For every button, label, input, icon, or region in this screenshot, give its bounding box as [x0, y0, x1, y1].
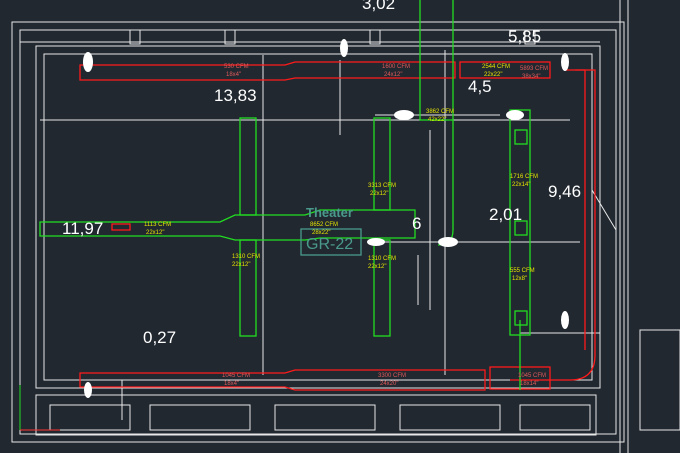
- duct-label: 2544 CFM: [482, 64, 510, 70]
- duct-label: 1716 CFM: [510, 174, 538, 180]
- duct-label: 18x4": [224, 381, 239, 387]
- duct-label: 24x12": [384, 72, 402, 78]
- duct-label: 38x34": [522, 74, 540, 80]
- ucs-axis-icon: [19, 385, 60, 431]
- return-duct-labels: 3862 CFM 42x22" 3313 CFM 22x12" 1113 CFM 22…: [144, 109, 538, 282]
- duct-label: 1600 CFM: [382, 64, 410, 70]
- dimension: 3,02: [362, 0, 395, 13]
- duct-label: 22x14": [512, 182, 530, 188]
- duct-label: 42x22": [428, 117, 446, 123]
- duct-label: 22x12": [232, 262, 250, 268]
- duct-label: 22x12": [368, 264, 386, 270]
- room-number: GR-22: [306, 236, 353, 253]
- room-name: Theater: [306, 205, 353, 220]
- duct-label: 1310 CFM: [368, 256, 396, 262]
- dimension-labels: 13,83 4,5 5,85 3,02 9,46 11,97 2,01 6 0,…: [62, 0, 581, 347]
- supply-duct-labels: 530 CFM 18x4" 1600 CFM 24x12" 2544 CFM 22x2…: [222, 64, 548, 387]
- dimension: 0,27: [143, 328, 176, 347]
- duct-label: 1045 CFM: [222, 373, 250, 379]
- dimension: 11,97: [62, 219, 103, 238]
- dimension: 5,85: [508, 27, 541, 46]
- duct-label: 22x12": [146, 230, 164, 236]
- duct-label: 28x22": [312, 230, 330, 236]
- duct-label: 530 CFM: [224, 64, 249, 70]
- duct-label: 22x22": [484, 72, 502, 78]
- duct-label: 3300 CFM: [378, 373, 406, 379]
- dimension: 4,5: [468, 77, 492, 96]
- cad-drawing-canvas[interactable]: Theater GR-22 13,83 4,5 5,85 3,02 9,46 1…: [0, 0, 680, 453]
- duct-label: 18x4": [226, 72, 241, 78]
- dimension: 9,46: [548, 182, 581, 201]
- stage-steps: [35, 394, 597, 436]
- duct-label: 555 CFM: [510, 268, 535, 274]
- duct-label: 3313 CFM: [368, 183, 396, 189]
- duct-label: 3862 CFM: [426, 109, 454, 115]
- duct-label: 1045 CFM: [518, 373, 546, 379]
- room-tag[interactable]: Theater GR-22: [300, 205, 362, 256]
- duct-label: 12x8": [512, 276, 527, 282]
- duct-label: 22x12": [370, 191, 388, 197]
- dimension: 13,83: [214, 86, 257, 105]
- floor-plan: Theater GR-22 13,83 4,5 5,85 3,02 9,46 1…: [11, 0, 680, 453]
- dimension: 6: [412, 214, 421, 233]
- duct-label: 24x20": [380, 381, 398, 387]
- duct-label: 8652 CFM: [310, 222, 338, 228]
- duct-label: 1113 CFM: [144, 222, 171, 228]
- duct-label: 18x14": [520, 381, 538, 387]
- dimension: 2,01: [489, 205, 522, 224]
- duct-label: 1310 CFM: [232, 254, 260, 260]
- duct-label: 5893 CFM: [520, 66, 548, 72]
- return-ducts[interactable]: [39, 0, 531, 390]
